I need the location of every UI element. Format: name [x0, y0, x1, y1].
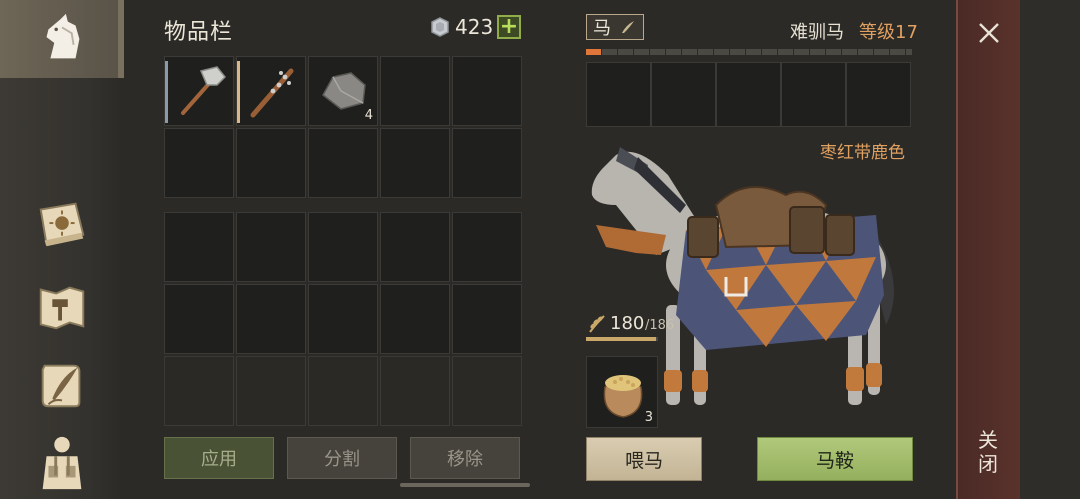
horse-head-icon: [46, 13, 80, 59]
horse-equipment-slot[interactable]: [781, 62, 846, 127]
inventory-slot[interactable]: [236, 284, 306, 354]
horse-food-fill: [586, 337, 656, 341]
inventory-slot[interactable]: [380, 212, 450, 282]
inventory-slot[interactable]: [236, 56, 306, 126]
inventory-slot[interactable]: [236, 212, 306, 282]
sun-book-icon: [39, 202, 85, 247]
stone-hammer-icon: [181, 66, 227, 115]
inventory-slot[interactable]: [164, 128, 234, 198]
split-button[interactable]: 分割: [287, 437, 397, 479]
wheat-icon: [589, 315, 605, 333]
horse-equipment-slot[interactable]: [716, 62, 781, 127]
inventory-slot[interactable]: [452, 128, 522, 198]
quill-scroll-icon: [41, 364, 81, 408]
inventory-slot[interactable]: [164, 356, 234, 426]
add-currency-button[interactable]: +: [497, 15, 521, 39]
inventory-slot[interactable]: [164, 284, 234, 354]
remove-button[interactable]: 移除: [410, 437, 520, 479]
inventory-slot[interactable]: [236, 356, 306, 426]
close-panel[interactable]: [956, 0, 1020, 499]
inventory-title: 物品栏: [164, 20, 234, 45]
silver-coin-icon: [431, 17, 449, 37]
inventory-slot[interactable]: [236, 128, 306, 198]
apply-button[interactable]: 应用: [164, 437, 274, 479]
inventory-slot[interactable]: [308, 356, 378, 426]
left-nav: [0, 0, 124, 499]
durability-bar: [165, 61, 168, 123]
horse-name-tag[interactable]: 马: [586, 14, 644, 40]
inventory-scrollbar[interactable]: [400, 483, 530, 487]
close-button-label[interactable]: 关闭: [976, 428, 1000, 476]
inventory-slot[interactable]: [164, 56, 234, 126]
inventory-slot[interactable]: [308, 284, 378, 354]
inventory-slot[interactable]: [452, 56, 522, 126]
rename-quill-icon: [622, 21, 634, 33]
horse-food-bar: [586, 337, 658, 341]
inventory-slot[interactable]: [452, 212, 522, 282]
item-count: 3: [644, 410, 653, 425]
inventory-slot[interactable]: [452, 356, 522, 426]
inventory-slot[interactable]: 4: [308, 56, 378, 126]
horse-xp-bar: [586, 49, 912, 55]
inventory-slot[interactable]: [452, 284, 522, 354]
horse-food-max: /186: [645, 318, 675, 333]
nav-tab-journal[interactable]: [0, 190, 124, 260]
hammer-map-icon: [39, 286, 85, 330]
right-edge-background: [1020, 0, 1080, 499]
inventory-slot[interactable]: [380, 356, 450, 426]
inventory-slot[interactable]: [380, 284, 450, 354]
horse-equipment-slot[interactable]: [586, 62, 651, 127]
horse-equipment-slot[interactable]: [846, 62, 911, 127]
grain-sack-icon: [603, 375, 643, 418]
currency-amount: 423: [455, 15, 494, 39]
inventory-slot[interactable]: [380, 128, 450, 198]
inventory-slot[interactable]: [380, 56, 450, 126]
saddle-button[interactable]: 马鞍: [757, 437, 913, 481]
item-count: 4: [364, 108, 373, 123]
nav-tab-crafting[interactable]: [0, 272, 124, 342]
horse-name: 马: [593, 18, 611, 39]
nav-tab-character[interactable]: [0, 425, 124, 499]
close-icon[interactable]: [976, 20, 1002, 46]
horse-food-current: 180: [610, 313, 645, 334]
stone-ore-icon: [322, 72, 366, 110]
feed-item-slot[interactable]: 3: [586, 356, 658, 428]
inventory-slot[interactable]: [308, 128, 378, 198]
inventory-slot[interactable]: [164, 212, 234, 282]
nav-tab-quests[interactable]: [0, 350, 124, 420]
horse-equipment-slot[interactable]: [651, 62, 716, 127]
feed-horse-button[interactable]: 喂马: [586, 437, 702, 481]
inventory-slot[interactable]: [308, 212, 378, 282]
durability-bar: [237, 61, 240, 123]
backpack-character-icon: [42, 436, 82, 490]
nav-tab-horse[interactable]: [0, 0, 124, 78]
horse-level: 等级17: [859, 22, 918, 43]
spiked-club-icon: [250, 68, 294, 118]
horse-temperament: 难驯马: [790, 22, 844, 43]
